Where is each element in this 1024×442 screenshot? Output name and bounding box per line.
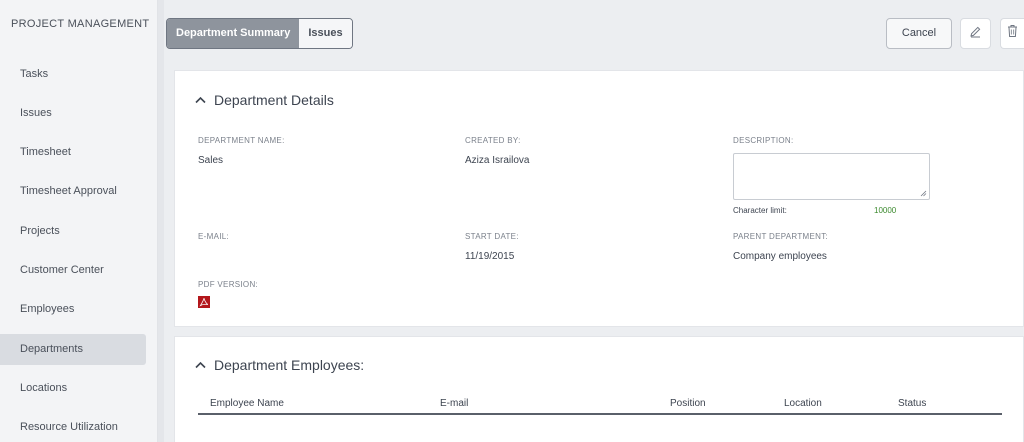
parent-department-value: Company employees — [733, 251, 827, 262]
created-by-value: Aziza Israilova — [465, 155, 530, 166]
edit-button[interactable] — [960, 18, 991, 49]
sidebar-item-resource-utilization[interactable]: Resource Utilization — [0, 412, 146, 442]
tab-department-summary[interactable]: Department Summary — [167, 19, 300, 48]
parent-department-label: PARENT DEPARTMENT: — [733, 232, 829, 241]
tab-issues[interactable]: Issues — [299, 19, 352, 48]
created-by-label: CREATED BY: — [465, 136, 521, 145]
delete-button[interactable] — [1000, 18, 1024, 49]
sidebar-item-locations[interactable]: Locations — [0, 373, 146, 404]
sidebar-item-tasks[interactable]: Tasks — [0, 59, 146, 90]
department-employees-panel: Department Employees: Employee Name E-ma… — [174, 336, 1024, 442]
character-limit-value: 10000 — [874, 206, 897, 215]
start-date-label: START DATE: — [465, 232, 519, 241]
character-limit-label: Character limit: — [733, 206, 787, 215]
column-employee-name[interactable]: Employee Name — [210, 398, 284, 409]
chevron-up-icon — [195, 361, 206, 369]
sidebar-item-projects[interactable]: Projects — [0, 216, 146, 247]
trash-icon — [1006, 24, 1019, 43]
sidebar-item-customer-center[interactable]: Customer Center — [0, 255, 146, 286]
sidebar-item-departments[interactable]: Departments — [0, 334, 146, 365]
sidebar: PROJECT MANAGEMENT Tasks Issues Timeshee… — [0, 0, 158, 442]
column-location[interactable]: Location — [784, 398, 822, 409]
employees-table-header: Employee Name E-mail Position Location S… — [198, 395, 1002, 415]
sidebar-item-timesheet[interactable]: Timesheet — [0, 137, 146, 168]
sidebar-title: PROJECT MANAGEMENT — [11, 18, 150, 30]
resize-grip-icon[interactable] — [920, 190, 927, 197]
pencil-icon — [969, 25, 982, 43]
column-email[interactable]: E-mail — [440, 398, 468, 409]
start-date-value: 11/19/2015 — [465, 251, 515, 262]
pdf-icon[interactable] — [198, 295, 210, 308]
email-label: E-MAIL: — [198, 232, 229, 241]
column-status[interactable]: Status — [898, 398, 926, 409]
description-label: DESCRIPTION: — [733, 136, 794, 145]
sidebar-item-timesheet-approval[interactable]: Timesheet Approval — [0, 176, 146, 207]
department-employees-title: Department Employees: — [214, 357, 365, 373]
department-details-title: Department Details — [214, 92, 334, 108]
view-tabs: Department Summary Issues — [166, 18, 353, 49]
sidebar-item-employees[interactable]: Employees — [0, 294, 146, 325]
chevron-up-icon — [195, 96, 206, 104]
department-employees-toggle[interactable]: Department Employees: — [195, 357, 364, 373]
column-position[interactable]: Position — [670, 398, 706, 409]
sidebar-item-issues[interactable]: Issues — [0, 98, 146, 129]
sidebar-divider — [158, 0, 164, 442]
department-details-panel: Department Details DEPARTMENT NAME: Sale… — [174, 70, 1024, 327]
department-details-toggle[interactable]: Department Details — [195, 92, 334, 108]
department-name-value: Sales — [198, 155, 224, 166]
pdf-version-label: PDF VERSION: — [198, 280, 259, 289]
cancel-button[interactable]: Cancel — [886, 18, 952, 49]
department-name-label: DEPARTMENT NAME: — [198, 136, 285, 145]
description-textarea[interactable] — [733, 153, 930, 200]
